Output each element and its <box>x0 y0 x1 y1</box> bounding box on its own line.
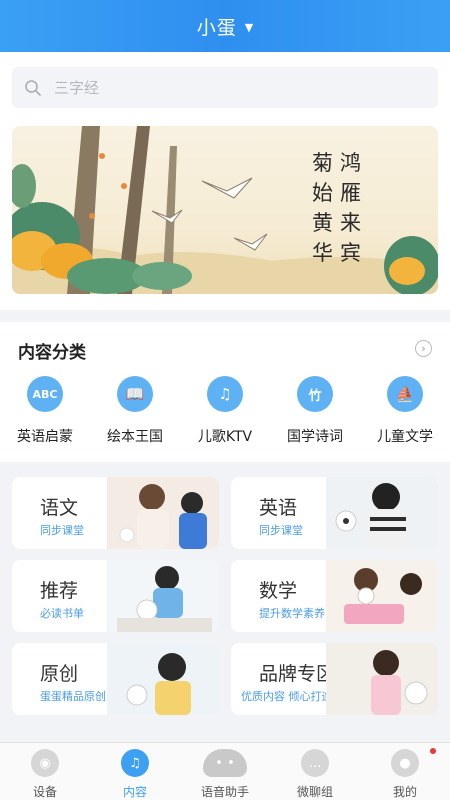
banner-illustration <box>12 126 438 294</box>
section-divider <box>0 310 450 322</box>
card-original[interactable]: 原创 蛋蛋精品原创 <box>12 643 219 715</box>
music-note-icon: ♫ <box>207 376 243 412</box>
category-item-songs-ktv[interactable]: ♫ 儿歌KTV <box>180 376 270 446</box>
category-label: 儿童文学 <box>377 429 433 445</box>
notification-dot <box>430 748 436 754</box>
category-item-literature[interactable]: ⛵ 儿童文学 <box>360 376 450 446</box>
category-item-picture-books[interactable]: 📖 绘本王国 <box>90 376 180 446</box>
nav-label: 设备 <box>32 785 57 799</box>
bottom-nav: ◉ 设备 ♫ 内容 • • 语音助手 … 微聊组 ● 我的 <box>0 742 450 800</box>
card-subtitle: 蛋蛋精品原创 <box>40 690 106 703</box>
card-brand-zone[interactable]: 品牌专区 优质内容 倾心打造 <box>231 643 438 715</box>
robot-icon: • • <box>203 749 247 777</box>
book-icon: 📖 <box>117 376 153 412</box>
card-photo <box>326 560 438 632</box>
search-icon <box>25 79 41 96</box>
card-title: 语文 <box>40 497 79 519</box>
chat-icon: … <box>301 749 329 777</box>
nav-item-profile[interactable]: ● 我的 <box>360 743 450 800</box>
profile-icon: ● <box>391 749 419 777</box>
category-label: 儿歌KTV <box>197 429 253 445</box>
poem-column-left: 菊 始 黄 华 <box>312 148 333 268</box>
card-subtitle: 同步课堂 <box>40 524 84 537</box>
category-item-classics[interactable]: 竹 国学诗词 <box>270 376 360 446</box>
category-label: 国学诗词 <box>287 429 343 445</box>
category-label: 绘本王国 <box>107 429 163 445</box>
category-label: 英语启蒙 <box>17 429 73 445</box>
card-title: 数学 <box>259 580 298 602</box>
search-input[interactable]: 三字经 <box>12 67 438 108</box>
category-list: ABC 英语启蒙 📖 绘本王国 ♫ 儿歌KTV 竹 国学诗词 ⛵ 儿童文学 <box>0 376 450 446</box>
poem-char: 菊 <box>312 151 333 175</box>
nav-label: 微聊组 <box>296 785 333 799</box>
nav-label: 内容 <box>122 785 147 799</box>
poem-char: 来 <box>340 211 361 235</box>
card-subtitle: 提升数学素养 <box>259 607 325 620</box>
chevron-right-icon[interactable]: › <box>415 340 432 357</box>
card-recommend[interactable]: 推荐 必读书单 <box>12 560 219 632</box>
poem-char: 宾 <box>340 241 361 265</box>
card-subtitle: 必读书单 <box>40 607 84 620</box>
nav-item-device[interactable]: ◉ 设备 <box>0 743 90 800</box>
card-photo <box>107 643 219 715</box>
nav-item-chat-group[interactable]: … 微聊组 <box>270 743 360 800</box>
card-title: 品牌专区 <box>259 663 336 685</box>
poem-char: 雁 <box>340 181 361 205</box>
music-icon: ♫ <box>121 749 149 777</box>
nav-label: 语音助手 <box>200 785 249 799</box>
ship-icon: ⛵ <box>387 376 423 412</box>
nav-item-content[interactable]: ♫ 内容 <box>90 743 180 800</box>
poem-column-right: 鸿 雁 来 宾 <box>340 148 361 268</box>
device-name-title[interactable]: 小蛋 <box>197 13 237 40</box>
card-english[interactable]: 英语 同步课堂 <box>231 477 438 549</box>
poem-char: 始 <box>312 181 333 205</box>
card-photo <box>326 643 438 715</box>
card-title: 推荐 <box>40 580 79 602</box>
search-placeholder: 三字经 <box>54 79 100 97</box>
card-photo <box>326 477 438 549</box>
card-math[interactable]: 数学 提升数学素养 <box>231 560 438 632</box>
category-item-english[interactable]: ABC 英语启蒙 <box>0 376 90 446</box>
caret-down-icon[interactable]: ▼ <box>245 21 253 34</box>
bamboo-icon: 竹 <box>297 376 333 412</box>
card-subtitle: 优质内容 倾心打造 <box>241 690 333 703</box>
card-title: 英语 <box>259 497 298 519</box>
card-photo <box>107 560 219 632</box>
nav-label: 我的 <box>392 785 417 799</box>
nav-item-voice-assistant[interactable]: • • 语音助手 <box>180 743 270 800</box>
app-header: 小蛋 ▼ <box>0 0 450 52</box>
card-title: 原创 <box>40 663 79 685</box>
device-icon: ◉ <box>31 749 59 777</box>
poem-char: 鸿 <box>340 151 361 175</box>
card-subtitle: 同步课堂 <box>259 524 303 537</box>
poem-char: 黄 <box>312 211 333 235</box>
banner-carousel[interactable]: 鸿 雁 来 宾 菊 始 黄 华 <box>12 126 438 294</box>
poem-char: 华 <box>312 241 333 265</box>
card-photo <box>107 477 219 549</box>
category-section-title: 内容分类 <box>18 343 86 363</box>
abc-icon: ABC <box>27 376 63 412</box>
card-chinese[interactable]: 语文 同步课堂 <box>12 477 219 549</box>
